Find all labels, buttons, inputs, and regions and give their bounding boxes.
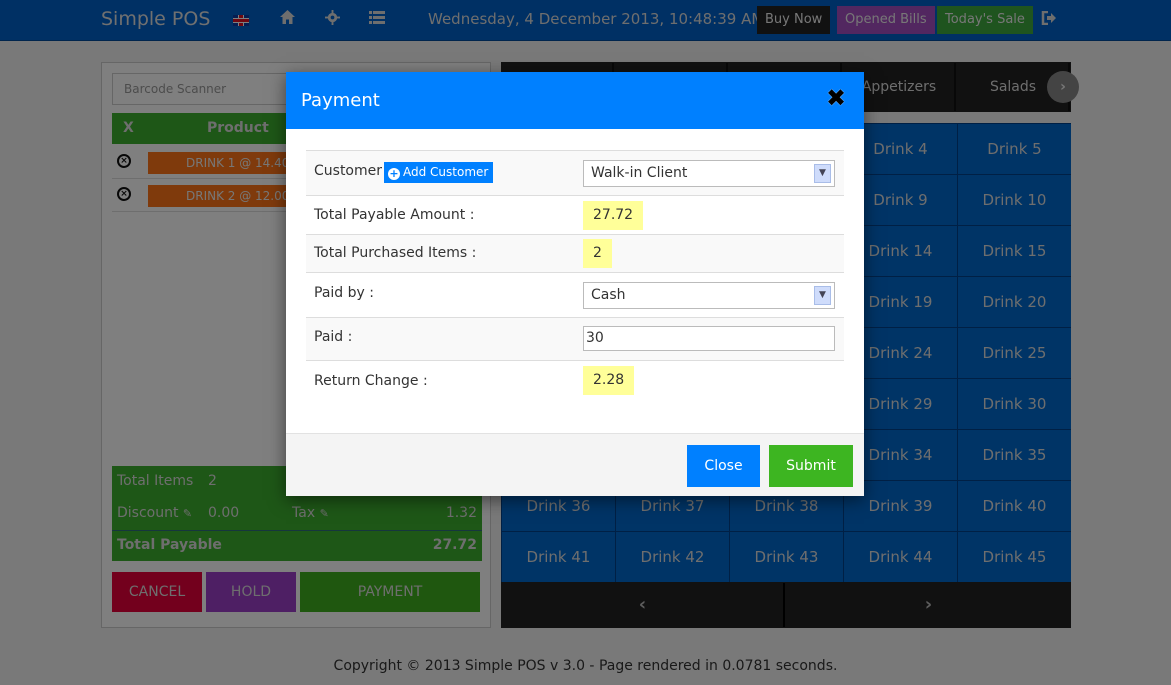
- payment-modal: Payment ✖ Customer + Add Customer Walk-in…: [286, 72, 864, 496]
- modal-footer: Close Submit: [286, 433, 864, 496]
- paid-label: Paid :: [314, 329, 353, 345]
- close-button[interactable]: Close: [687, 445, 760, 487]
- chevron-down-icon[interactable]: ▼: [814, 286, 831, 305]
- paid-row: Paid : 30: [306, 317, 844, 360]
- total-purchased-items-label: Total Purchased Items :: [314, 245, 477, 261]
- return-change-label: Return Change :: [314, 373, 428, 389]
- paid-by-row: Paid by : Cash ▼: [306, 272, 844, 317]
- paid-by-select-value: Cash: [591, 287, 626, 303]
- paid-amount-input[interactable]: 30: [583, 326, 835, 351]
- modal-title: Payment: [301, 90, 380, 111]
- customer-select[interactable]: Walk-in Client ▼: [583, 160, 835, 187]
- total-payable-row: Total Payable Amount : 27.72: [306, 195, 844, 234]
- total-payable-amount-value: 27.72: [583, 201, 644, 230]
- plus-circle-icon: +: [388, 167, 400, 180]
- return-change-value: 2.28: [583, 366, 635, 395]
- customer-select-value: Walk-in Client: [591, 165, 688, 181]
- add-customer-button[interactable]: + Add Customer: [384, 162, 494, 183]
- customer-row: Customer + Add Customer Walk-in Client ▼: [306, 150, 844, 195]
- total-payable-amount-label: Total Payable Amount :: [314, 207, 475, 223]
- chevron-down-icon[interactable]: ▼: [814, 164, 831, 183]
- paid-by-select[interactable]: Cash ▼: [583, 282, 835, 309]
- total-purchased-items-value: 2: [583, 239, 612, 268]
- add-customer-label: Add Customer: [403, 165, 489, 179]
- return-change-row: Return Change : 2.28: [306, 360, 844, 400]
- modal-header: Payment ✖: [286, 72, 864, 129]
- total-items-row: Total Purchased Items : 2: [306, 234, 844, 272]
- paid-by-label: Paid by :: [314, 285, 374, 301]
- close-icon[interactable]: ✖: [826, 86, 846, 110]
- customer-label: Customer: [314, 163, 383, 179]
- submit-button[interactable]: Submit: [769, 445, 853, 487]
